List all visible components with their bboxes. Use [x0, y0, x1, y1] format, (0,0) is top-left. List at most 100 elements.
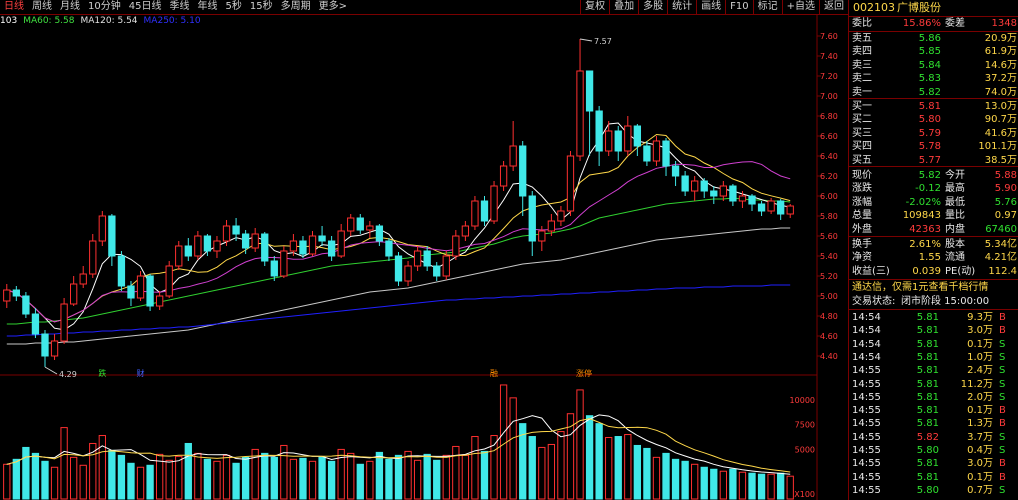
candle-body[interactable]	[528, 195, 536, 242]
volume-bar[interactable]	[79, 464, 87, 500]
tab-0[interactable]: 日线	[0, 0, 28, 14]
candle-body[interactable]	[79, 273, 87, 285]
candle-body[interactable]	[738, 195, 747, 202]
volume-bar[interactable]	[98, 435, 106, 500]
candle-body[interactable]	[442, 255, 450, 277]
candle-body[interactable]	[404, 265, 412, 282]
volume-bar[interactable]	[318, 456, 326, 500]
candle-body[interactable]	[652, 140, 661, 162]
volume-bar[interactable]	[652, 456, 661, 500]
volume-bar[interactable]	[366, 460, 374, 500]
candle-body[interactable]	[289, 240, 298, 252]
candle-body[interactable]	[748, 195, 756, 205]
candle-body[interactable]	[605, 130, 613, 152]
volume-bar[interactable]	[729, 468, 737, 500]
candle-body[interactable]	[509, 145, 517, 167]
candle-body[interactable]	[480, 200, 489, 222]
candle-body[interactable]	[433, 265, 441, 277]
promo-link[interactable]: 通达信，仅需1元查看千档行情	[849, 281, 1018, 294]
candle-body[interactable]	[127, 285, 135, 299]
volume-bar[interactable]	[442, 454, 450, 500]
candle-body[interactable]	[184, 245, 192, 257]
volume-bar[interactable]	[700, 466, 708, 500]
candle-body[interactable]	[643, 145, 651, 162]
tool-button-4[interactable]: 画线	[696, 0, 725, 14]
volume-bar[interactable]	[710, 468, 718, 500]
volume-bar[interactable]	[127, 462, 135, 500]
volume-bar[interactable]	[289, 458, 298, 500]
candle-body[interactable]	[471, 200, 479, 227]
candle-body[interactable]	[270, 260, 278, 277]
volume-bar[interactable]	[528, 436, 536, 500]
volume-bar[interactable]	[308, 460, 317, 500]
candle-body[interactable]	[136, 275, 145, 299]
event-marker[interactable]: 融	[490, 368, 498, 378]
candle-body[interactable]	[366, 225, 374, 231]
volume-bar[interactable]	[136, 466, 145, 500]
volume-bar[interactable]	[347, 452, 355, 500]
tool-button-1[interactable]: 叠加	[609, 0, 638, 14]
volume-bar[interactable]	[605, 437, 613, 500]
tab-10[interactable]: 更多>	[315, 0, 351, 14]
tab-5[interactable]: 季线	[165, 0, 193, 14]
volume-bar[interactable]	[70, 456, 78, 500]
volume-bar[interactable]	[777, 472, 785, 500]
event-marker[interactable]: 跌	[98, 368, 106, 378]
candle-body[interactable]	[146, 275, 154, 307]
candle-body[interactable]	[12, 289, 20, 297]
candle-body[interactable]	[22, 295, 30, 315]
volume-bar[interactable]	[786, 475, 794, 500]
volume-bar[interactable]	[261, 452, 269, 500]
volume-bar[interactable]	[643, 447, 651, 500]
volume-bar[interactable]	[691, 463, 699, 500]
candle-body[interactable]	[423, 250, 431, 267]
candle-body[interactable]	[691, 180, 699, 192]
volume-bar[interactable]	[576, 389, 584, 500]
volume-bar[interactable]	[595, 423, 603, 500]
candle-body[interactable]	[232, 225, 240, 235]
candle-body[interactable]	[585, 70, 594, 112]
volume-bar[interactable]	[624, 434, 632, 500]
candle-body[interactable]	[347, 217, 355, 232]
volume-bar[interactable]	[423, 453, 431, 500]
volume-bar[interactable]	[241, 456, 250, 500]
volume-bar[interactable]	[175, 455, 183, 500]
tab-1[interactable]: 周线	[28, 0, 56, 14]
tool-button-8[interactable]: 返回	[819, 0, 848, 14]
volume-bar[interactable]	[327, 460, 336, 500]
candle-body[interactable]	[490, 185, 498, 222]
candle-body[interactable]	[576, 70, 584, 157]
tab-3[interactable]: 10分钟	[84, 0, 125, 14]
volume-bar[interactable]	[12, 458, 20, 500]
volume-bar[interactable]	[480, 450, 489, 500]
kline-chart[interactable]: 4.40 4.60 4.80 5.00 5.20 5.40 5.60 5.80 6.00 6.20…	[0, 0, 848, 500]
volume-bar[interactable]	[184, 442, 192, 500]
tab-6[interactable]: 年线	[193, 0, 221, 14]
candle-body[interactable]	[394, 255, 403, 282]
volume-bar[interactable]	[108, 449, 116, 500]
candle-body[interactable]	[203, 235, 212, 252]
volume-bar[interactable]	[748, 472, 756, 500]
candle-body[interactable]	[557, 210, 565, 222]
candle-body[interactable]	[194, 235, 202, 257]
volume-bar[interactable]	[50, 466, 59, 500]
candle-body[interactable]	[519, 145, 527, 197]
candle-body[interactable]	[155, 295, 164, 307]
candle-body[interactable]	[710, 190, 718, 197]
candle-body[interactable]	[375, 225, 384, 242]
volume-bar[interactable]	[203, 458, 212, 500]
candle-body[interactable]	[786, 205, 794, 215]
candle-body[interactable]	[31, 313, 40, 335]
volume-bar[interactable]	[471, 436, 479, 500]
candle-body[interactable]	[681, 175, 689, 192]
candle-body[interactable]	[241, 233, 250, 249]
candle-body[interactable]	[662, 140, 670, 167]
volume-bar[interactable]	[738, 471, 747, 500]
candle-body[interactable]	[729, 185, 737, 202]
candle-body[interactable]	[165, 265, 173, 297]
volume-bar[interactable]	[222, 454, 231, 500]
candle-body[interactable]	[41, 333, 49, 357]
volume-bar[interactable]	[413, 459, 422, 500]
volume-bar[interactable]	[299, 457, 307, 500]
candle-body[interactable]	[356, 217, 364, 231]
